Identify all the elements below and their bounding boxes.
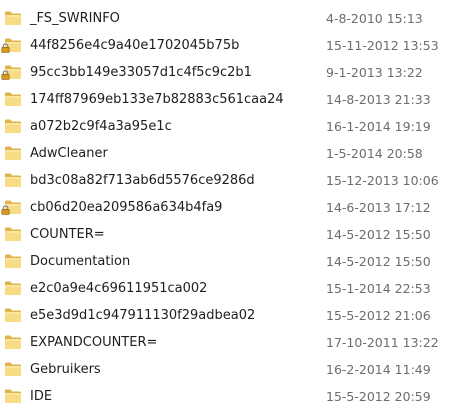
folder-icon <box>4 334 22 350</box>
modified-date: 16-2-2014 11:49 <box>326 362 431 377</box>
list-item[interactable]: AdwCleaner 1-5-2014 20:58 <box>0 140 470 167</box>
modified-date: 15-5-2012 21:06 <box>326 308 431 323</box>
folder-icon <box>4 361 22 377</box>
list-item[interactable]: COUNTER= 14-5-2012 15:50 <box>0 221 470 248</box>
modified-date: 14-5-2012 15:50 <box>326 227 431 242</box>
list-item[interactable]: 174ff87969eb133e7b82883c561caa24 14-8-20… <box>0 86 470 113</box>
folder-name: Documentation <box>30 254 131 269</box>
folder-icon <box>4 118 22 134</box>
folder-name: e5e3d9d1c947911130f29adbea02 <box>30 308 256 323</box>
list-item[interactable]: EXPANDCOUNTER= 17-10-2011 13:22 <box>0 329 470 356</box>
folder-name: a072b2c9f4a3a95e1c <box>30 119 172 134</box>
modified-date: 15-11-2012 13:53 <box>326 38 439 53</box>
folder-icon <box>1 37 22 53</box>
folder-name: _FS_SWRINFO <box>30 11 120 26</box>
folder-icon <box>4 145 22 161</box>
folder-name: 44f8256e4c9a40e1702045b75b <box>30 38 240 53</box>
folder-name: cb06d20ea209586a634b4fa9 <box>30 200 223 215</box>
folder-icon <box>1 64 22 80</box>
folder-name: e2c0a9e4c69611951ca002 <box>30 281 208 296</box>
list-item[interactable]: Gebruikers 16-2-2014 11:49 <box>0 356 470 383</box>
folder-name: AdwCleaner <box>30 146 108 161</box>
list-item[interactable]: 95cc3bb149e33057d1c4f5c9c2b1 9-1-2013 13… <box>0 59 470 86</box>
folder-name: 174ff87969eb133e7b82883c561caa24 <box>30 92 284 107</box>
folder-icon <box>4 307 22 323</box>
modified-date: 15-5-2012 20:59 <box>326 389 431 404</box>
folder-name: 95cc3bb149e33057d1c4f5c9c2b1 <box>30 65 252 80</box>
list-item[interactable]: 44f8256e4c9a40e1702045b75b 15-11-2012 13… <box>0 32 470 59</box>
folder-icon <box>4 172 22 188</box>
list-item[interactable]: a072b2c9f4a3a95e1c 16-1-2014 19:19 <box>0 113 470 140</box>
folder-icon <box>4 280 22 296</box>
folder-icon <box>4 10 22 26</box>
folder-name: EXPANDCOUNTER= <box>30 335 158 350</box>
modified-date: 15-1-2014 22:53 <box>326 281 431 296</box>
folder-icon <box>4 91 22 107</box>
folder-name: Gebruikers <box>30 362 101 377</box>
list-item[interactable]: _FS_SWRINFO 4-8-2010 15:13 <box>0 5 470 32</box>
list-item[interactable]: bd3c08a82f713ab6d5576ce9286d 15-12-2013 … <box>0 167 470 194</box>
folder-name: bd3c08a82f713ab6d5576ce9286d <box>30 173 255 188</box>
list-item[interactable]: cb06d20ea209586a634b4fa9 14-6-2013 17:12 <box>0 194 470 221</box>
folder-name: COUNTER= <box>30 227 105 242</box>
modified-date: 17-10-2011 13:22 <box>326 335 439 350</box>
modified-date: 14-5-2012 15:50 <box>326 254 431 269</box>
modified-date: 9-1-2013 13:22 <box>326 65 423 80</box>
file-list: _FS_SWRINFO 4-8-2010 15:13 44f8256e4c9a4… <box>0 5 470 410</box>
modified-date: 14-6-2013 17:12 <box>326 200 431 215</box>
modified-date: 16-1-2014 19:19 <box>326 119 431 134</box>
modified-date: 15-12-2013 10:06 <box>326 173 439 188</box>
folder-icon <box>4 253 22 269</box>
folder-name: IDE <box>30 389 53 404</box>
folder-icon <box>4 226 22 242</box>
modified-date: 4-8-2010 15:13 <box>326 11 423 26</box>
list-item[interactable]: IDE 15-5-2012 20:59 <box>0 383 470 410</box>
modified-date: 1-5-2014 20:58 <box>326 146 423 161</box>
list-item[interactable]: e2c0a9e4c69611951ca002 15-1-2014 22:53 <box>0 275 470 302</box>
folder-icon <box>1 199 22 215</box>
list-item[interactable]: e5e3d9d1c947911130f29adbea02 15-5-2012 2… <box>0 302 470 329</box>
list-item[interactable]: Documentation 14-5-2012 15:50 <box>0 248 470 275</box>
folder-icon <box>4 388 22 404</box>
modified-date: 14-8-2013 21:33 <box>326 92 431 107</box>
